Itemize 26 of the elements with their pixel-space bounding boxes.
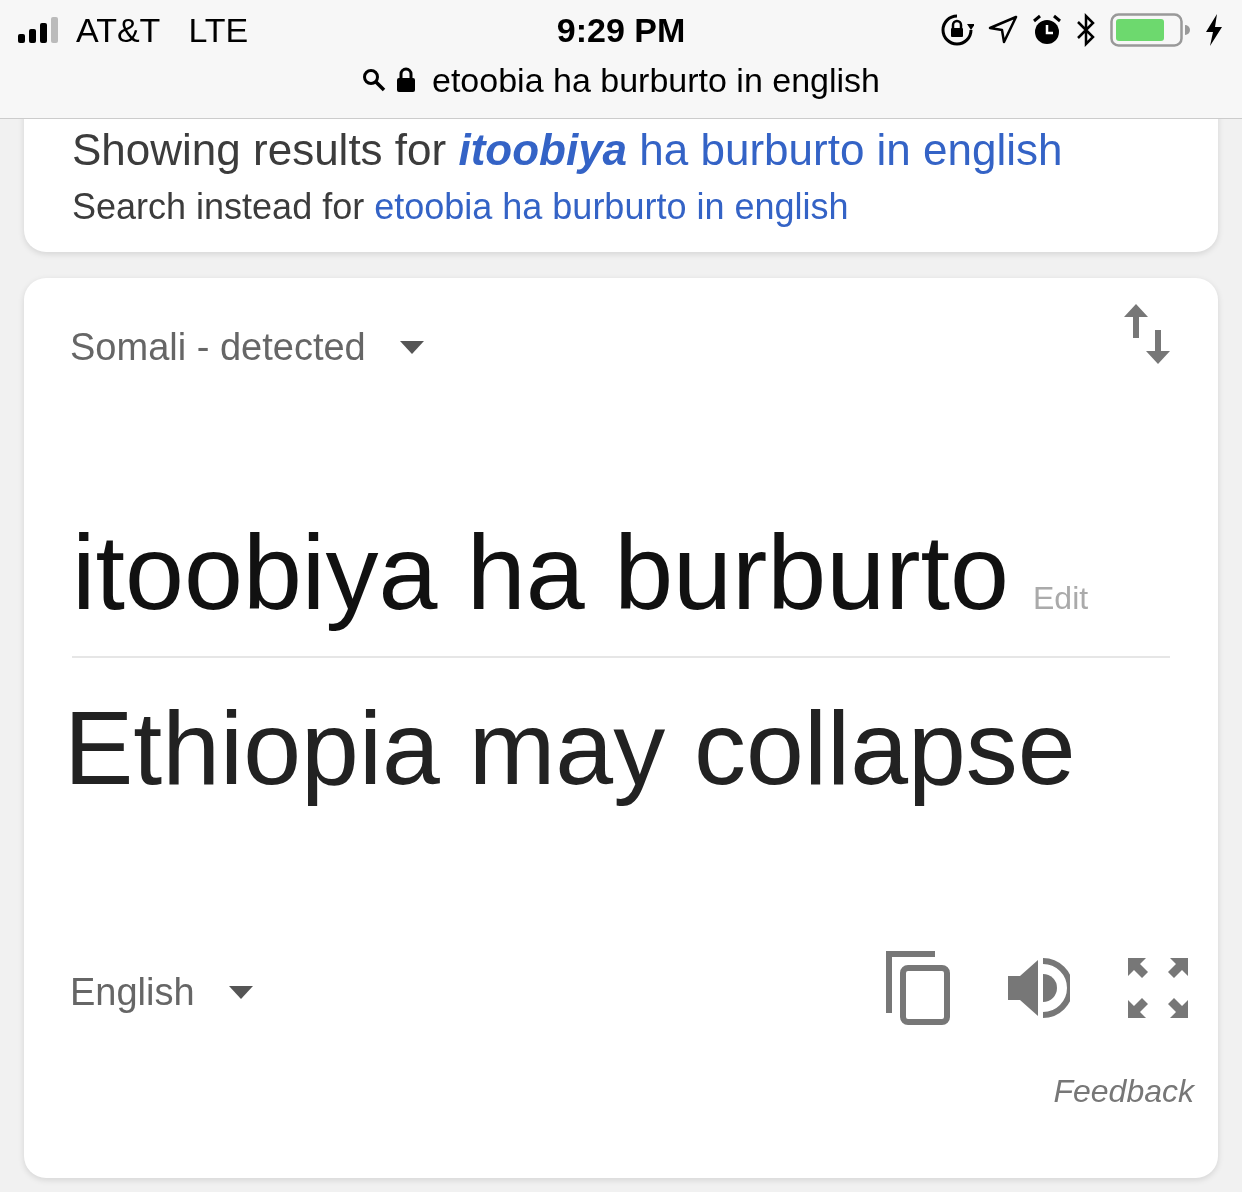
fullscreen-icon[interactable] xyxy=(1128,958,1188,1018)
original-query-link[interactable]: etoobia ha burburto in english xyxy=(374,186,849,227)
caret-icon xyxy=(399,340,424,355)
source-text: itoobiya ha burburto xyxy=(72,512,1009,633)
source-language-dropdown[interactable]: Somali - detected xyxy=(70,326,424,369)
caret-icon xyxy=(228,986,253,1000)
address-text[interactable]: etoobia ha burburto in english xyxy=(432,60,880,100)
corrected-query-link[interactable]: itoobiya ha burburto in english xyxy=(458,125,1063,174)
rotation-lock-icon xyxy=(940,13,974,47)
copy-icon[interactable] xyxy=(886,951,950,1025)
search-icon xyxy=(362,68,386,92)
network-type: LTE xyxy=(188,10,249,50)
target-language-dropdown[interactable]: English xyxy=(70,971,253,1015)
swap-icon[interactable] xyxy=(1124,304,1170,364)
location-icon xyxy=(988,15,1018,45)
alarm-icon xyxy=(1032,14,1062,46)
battery-icon xyxy=(1110,12,1190,48)
showing-label: Showing results for xyxy=(72,125,447,174)
clock-time: 9:29 PM xyxy=(556,10,686,50)
feedback-link[interactable]: Feedback xyxy=(1053,1073,1194,1110)
carrier-name: AT&T xyxy=(76,10,161,50)
speaker-icon[interactable] xyxy=(1008,957,1070,1019)
search-instead-label: Search instead for xyxy=(72,186,365,227)
bluetooth-icon xyxy=(1076,13,1096,47)
charging-icon xyxy=(1204,13,1224,47)
translation-text: Ethiopia may collapse xyxy=(64,689,1077,809)
